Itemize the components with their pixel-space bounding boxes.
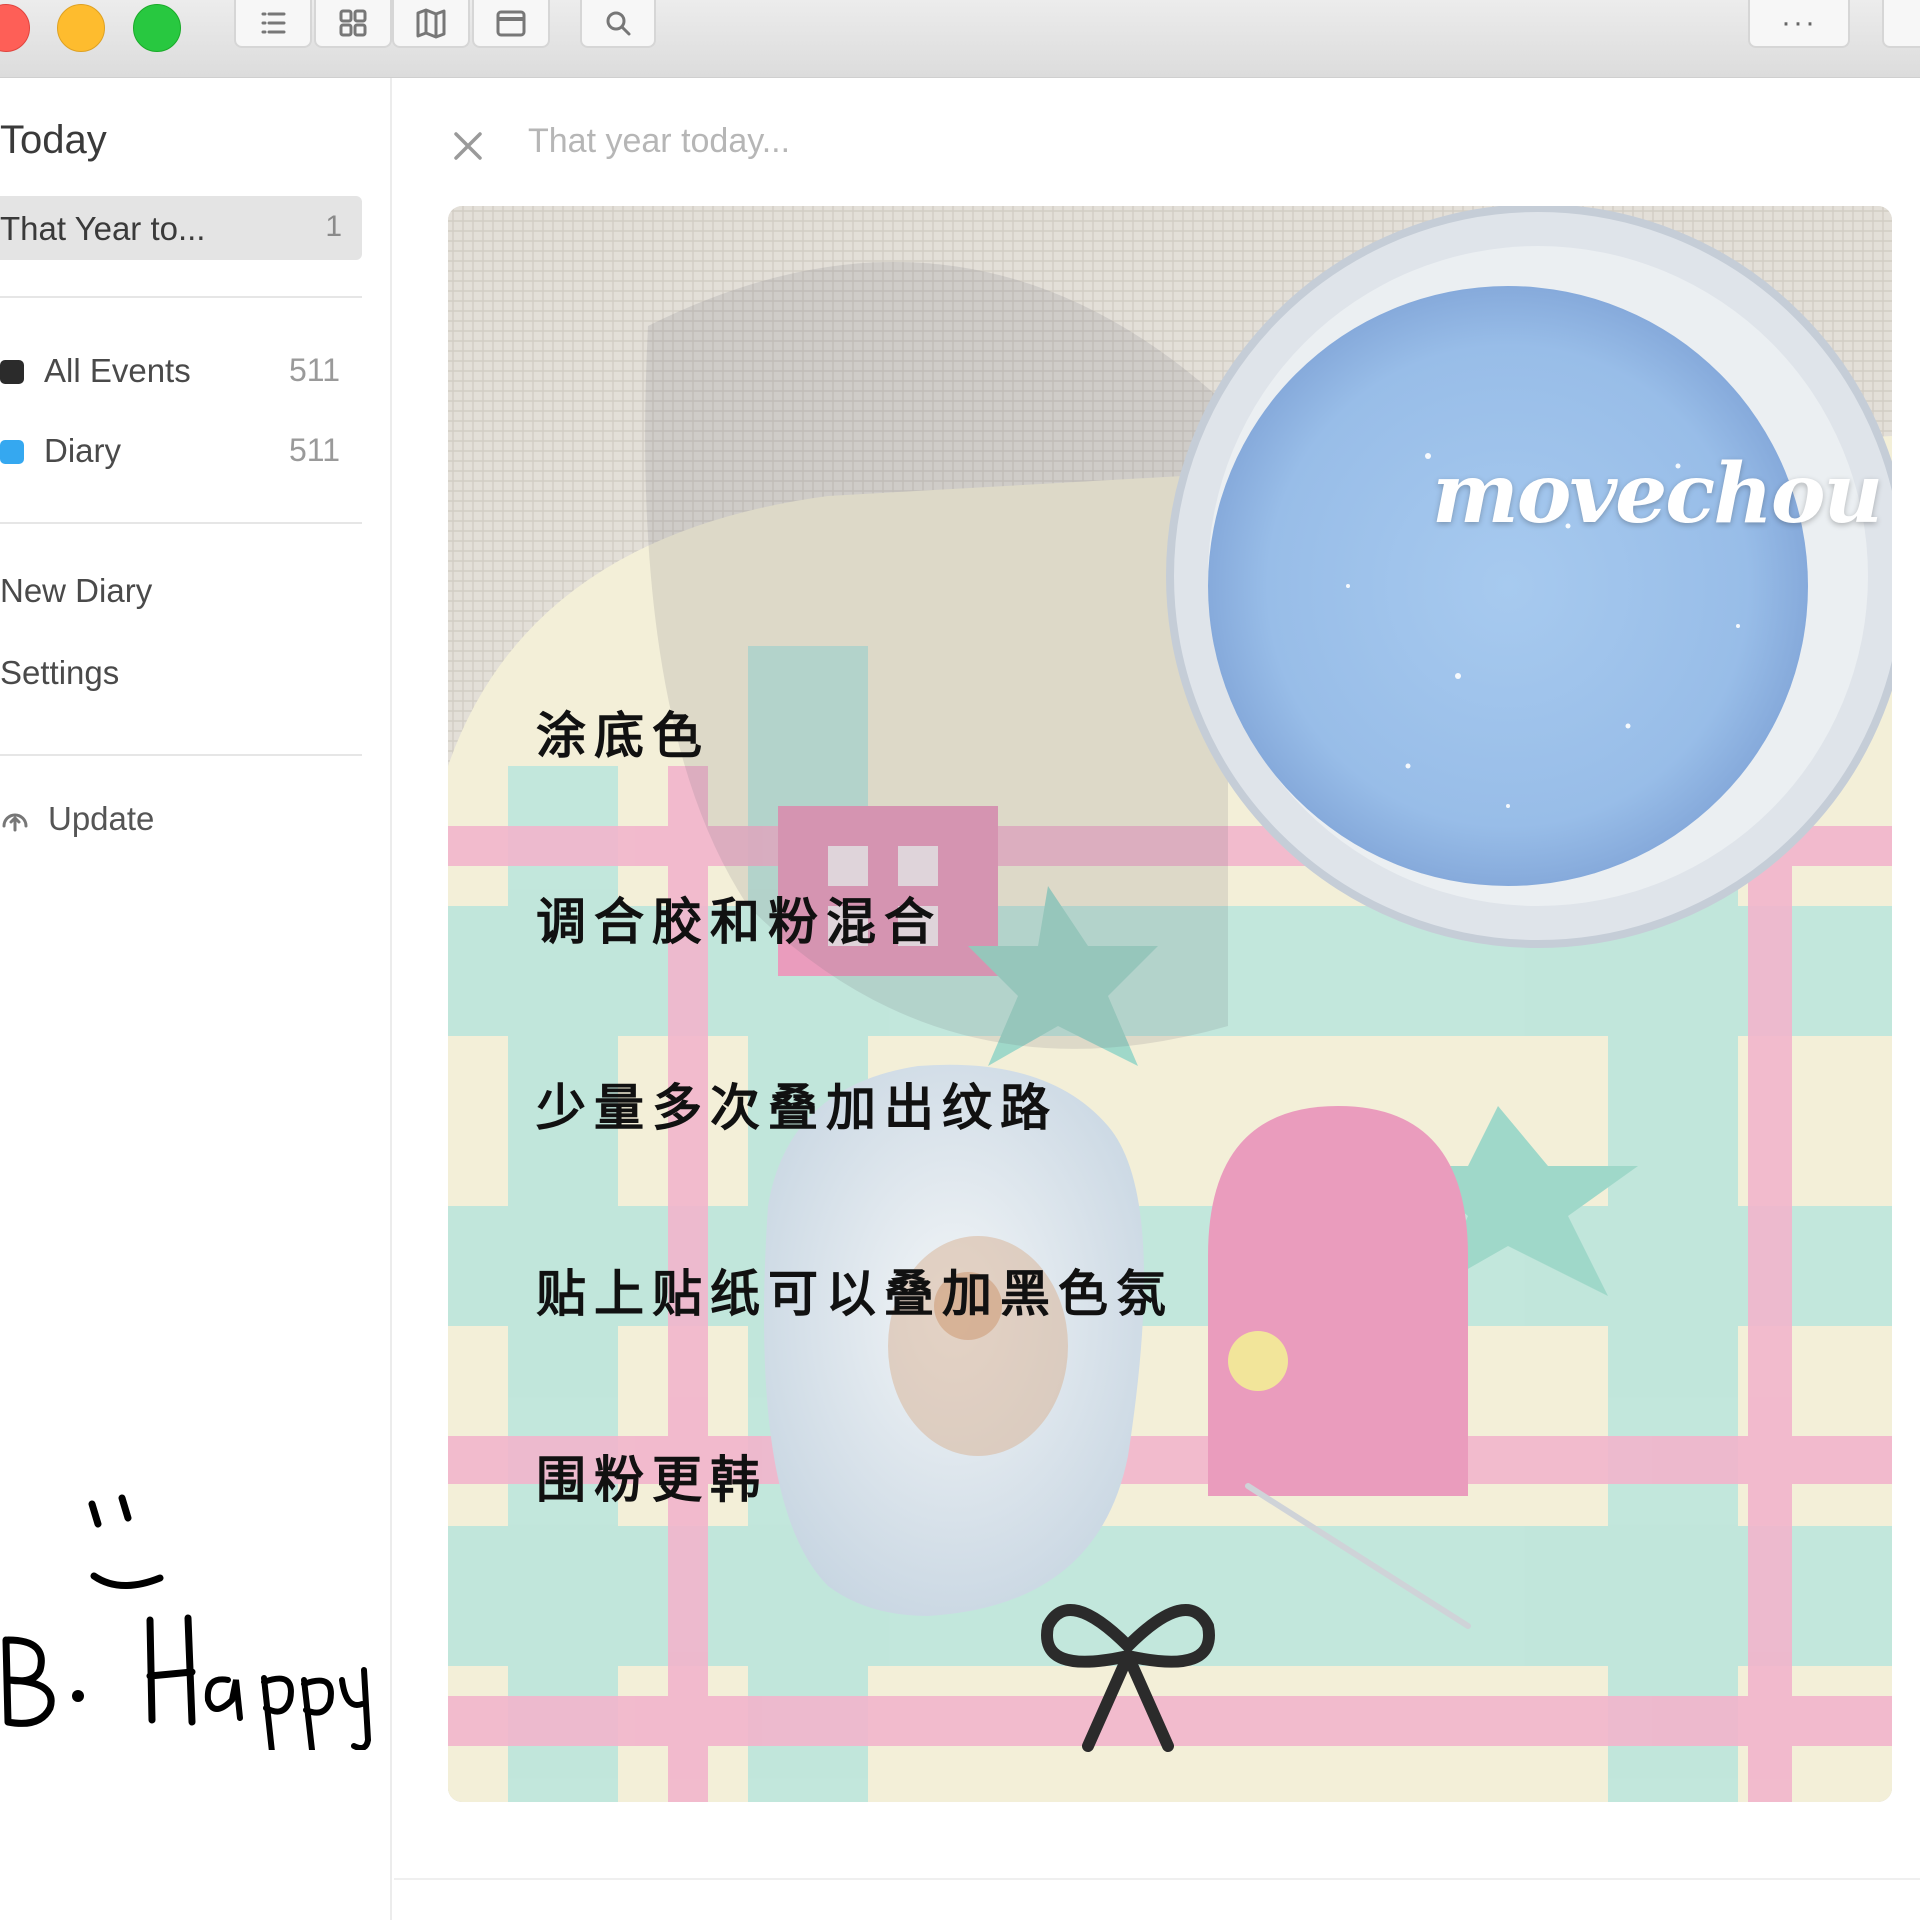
grid-view-button[interactable] <box>314 0 392 48</box>
entry-photo: 涂底色 调合胶和粉混合 少量多次叠加出纹路 贴上贴纸可以叠加黑色氛 围粉更韩 m… <box>448 206 1892 1802</box>
photo-caption: 涂底色 调合胶和粉混合 少量多次叠加出纹路 贴上贴纸可以叠加黑色氛 围粉更韩 <box>536 581 1174 1635</box>
update-button[interactable]: Update <box>0 800 154 838</box>
zoom-window-button[interactable] <box>133 4 181 52</box>
sidebar-item-all-events[interactable]: All Events 511 <box>0 340 362 400</box>
sidebar-divider <box>0 296 362 298</box>
close-window-button[interactable] <box>0 4 30 52</box>
settings-link[interactable]: Settings <box>0 654 119 692</box>
caption-line: 涂底色 <box>536 707 710 765</box>
calendar-view-button[interactable] <box>472 0 550 48</box>
more-button[interactable]: ··· <box>1748 0 1850 48</box>
sidebar-divider <box>0 522 362 524</box>
search-icon <box>606 11 631 36</box>
cloud-icon <box>2 813 28 832</box>
sidebar-item-label: That Year to... <box>0 210 206 247</box>
footer-divider <box>394 1878 1920 1880</box>
sidebar-item-label: Diary <box>44 432 122 469</box>
photo-watermark: movechou <box>1432 446 1883 542</box>
sidebar-item-count: 511 <box>288 432 340 468</box>
caption-line: 少量多次叠加出纹路 <box>536 1079 1058 1137</box>
be-happy-handwriting <box>2 1494 372 1750</box>
sidebar-item-count: 511 <box>288 352 340 388</box>
minimize-window-button[interactable] <box>57 4 105 52</box>
sidebar-divider <box>0 754 362 756</box>
map-icon <box>416 8 446 39</box>
map-view-button[interactable] <box>392 0 470 48</box>
sidebar-item-that-year-today[interactable]: That Year to... 1 <box>0 196 362 260</box>
window-titlebar: ··· <box>0 0 1920 78</box>
caption-line: 调合胶和粉混合 <box>536 893 942 951</box>
entry-pane: That year today... 涂底色 调合胶和粉混合 少量多次叠加出纹路… <box>394 78 1920 1920</box>
list-view-button[interactable] <box>234 0 312 48</box>
sidebar-item-diary[interactable]: Diary 511 <box>0 420 362 480</box>
grid-icon <box>339 9 367 37</box>
caption-line: 围粉更韩 <box>536 1451 768 1509</box>
sidebar-item-count: 1 <box>325 210 342 243</box>
blue-calendar-swatch-icon <box>0 440 24 464</box>
update-label: Update <box>48 800 155 837</box>
list-icon <box>261 12 286 34</box>
calendar-icon <box>496 10 526 37</box>
extra-toolbar-button[interactable] <box>1882 0 1920 48</box>
entry-title: That year today... <box>528 122 791 160</box>
sidebar-title: Today <box>0 118 107 162</box>
caption-line: 贴上贴纸可以叠加黑色氛 <box>536 1265 1174 1323</box>
new-diary-link[interactable]: New Diary <box>0 572 152 610</box>
black-calendar-swatch-icon <box>0 360 24 384</box>
search-button[interactable] <box>580 0 656 48</box>
sidebar-item-label: All Events <box>44 352 191 389</box>
close-icon[interactable] <box>448 126 488 166</box>
